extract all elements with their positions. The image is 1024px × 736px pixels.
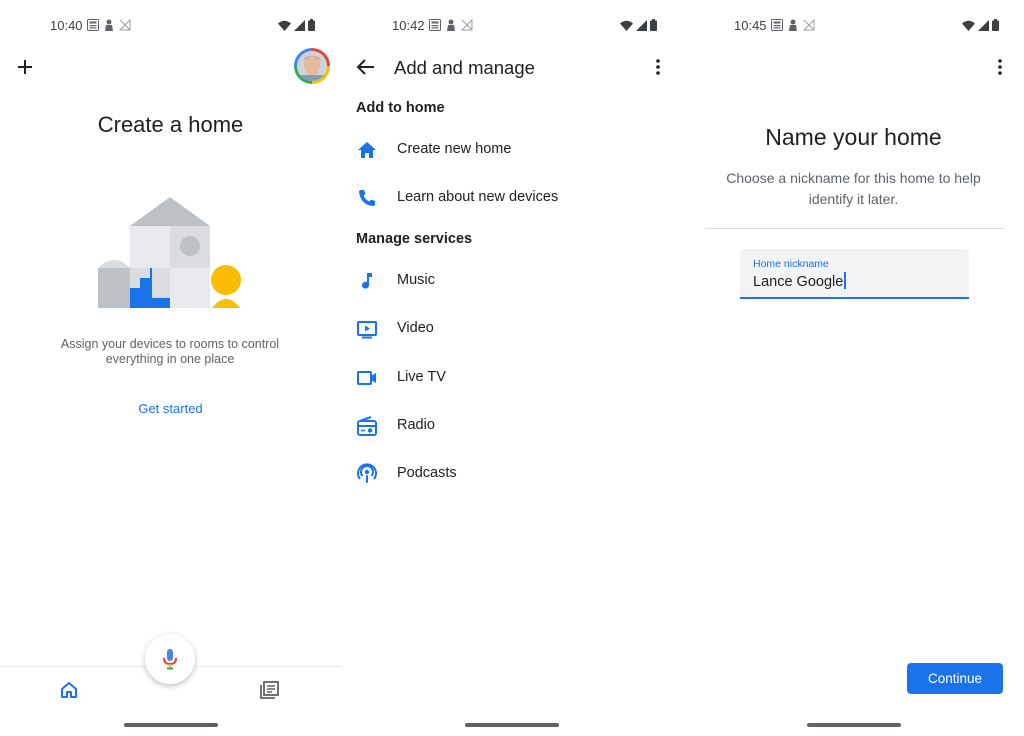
mic-icon	[163, 649, 177, 670]
video-icon	[357, 321, 377, 339]
cell-signal-icon	[636, 19, 647, 31]
assistant-mic-button[interactable]	[145, 634, 195, 684]
gesture-handle[interactable]	[806, 723, 901, 727]
avatar[interactable]	[294, 48, 330, 84]
divider	[705, 228, 1003, 229]
field-value-text: Lance Google	[753, 274, 844, 290]
continue-button[interactable]: Continue	[907, 663, 1003, 694]
gesture-handle[interactable]	[123, 723, 218, 727]
home-nickname-field[interactable]: Home nickname Lance Google	[740, 249, 969, 299]
feed-icon[interactable]	[260, 681, 279, 699]
news-icon	[771, 19, 783, 31]
wifi-icon	[278, 20, 291, 31]
signal-off-icon	[461, 19, 473, 31]
section-heading-add-to-home: Add to home	[356, 100, 445, 116]
create-home-screen: 10:40 Create a home Assign your devices	[0, 0, 341, 736]
menu-item-label: Learn about new devices	[397, 189, 559, 205]
menu-item-label: Music	[397, 272, 435, 288]
person-icon	[789, 19, 797, 31]
system-icons	[620, 19, 657, 31]
plus-icon[interactable]	[14, 56, 36, 78]
menu-item-video[interactable]: Video	[341, 307, 682, 351]
cell-signal-icon	[294, 19, 305, 31]
person-icon	[105, 19, 113, 31]
get-started-button[interactable]: Get started	[0, 401, 341, 416]
more-vert-icon[interactable]	[994, 58, 1006, 76]
menu-item-radio[interactable]: Radio	[341, 404, 682, 448]
battery-icon	[992, 19, 999, 31]
status-time: 10:40	[50, 18, 83, 33]
text-cursor	[844, 272, 846, 289]
menu-item-label: Video	[397, 320, 434, 336]
name-your-home-screen: 10:45 Name your home Choose a nickname f…	[683, 0, 1024, 736]
wifi-icon	[962, 20, 975, 31]
podcast-icon	[357, 463, 377, 483]
status-bar: 10:45	[683, 17, 1024, 35]
status-time: 10:45	[734, 18, 767, 33]
add-and-manage-screen: 10:42 Add and manage Add to home Create …	[341, 0, 682, 736]
radio-icon	[357, 416, 377, 436]
signal-off-icon	[803, 19, 815, 31]
status-bar: 10:40	[0, 17, 341, 35]
news-icon	[87, 19, 99, 31]
page-title: Add and manage	[394, 57, 535, 78]
page-description: Choose a nickname for this home to help …	[726, 170, 981, 207]
avatar-photo	[297, 51, 327, 81]
battery-icon	[308, 19, 315, 31]
phone-icon	[359, 190, 375, 206]
system-icons	[278, 19, 315, 31]
notification-icons	[87, 19, 131, 31]
menu-item-label: Live TV	[397, 369, 446, 385]
home-icon[interactable]	[60, 681, 78, 699]
page-description: Assign your devices to rooms to control …	[60, 337, 280, 366]
wifi-icon	[620, 20, 633, 31]
menu-item-label: Radio	[397, 417, 435, 433]
system-icons	[962, 19, 999, 31]
news-icon	[429, 19, 441, 31]
menu-item-podcasts[interactable]: Podcasts	[341, 452, 682, 496]
menu-item-music[interactable]: Music	[341, 259, 682, 303]
status-bar: 10:42	[341, 17, 682, 35]
notification-icons	[771, 19, 815, 31]
more-vert-icon[interactable]	[652, 58, 664, 76]
home-nickname-input[interactable]: Lance Google	[753, 272, 846, 290]
notification-icons	[429, 19, 473, 31]
field-label: Home nickname	[753, 258, 829, 270]
menu-item-label: Create new home	[397, 141, 512, 157]
menu-item-live-tv[interactable]: Live TV	[341, 356, 682, 400]
page-title: Name your home	[765, 124, 942, 150]
page-title: Create a home	[97, 112, 244, 137]
back-arrow-icon[interactable]	[355, 56, 377, 78]
home-illustration	[98, 197, 241, 308]
battery-icon	[650, 19, 657, 31]
menu-item-learn-about-new-devices[interactable]: Learn about new devices	[341, 176, 682, 220]
section-heading-manage-services: Manage services	[356, 231, 473, 247]
gesture-handle[interactable]	[464, 723, 559, 727]
signal-off-icon	[119, 19, 131, 31]
menu-item-label: Podcasts	[397, 465, 457, 481]
live-tv-icon	[357, 371, 376, 385]
music-note-icon	[362, 273, 372, 289]
person-icon	[447, 19, 455, 31]
menu-item-create-new-home[interactable]: Create new home	[341, 128, 682, 172]
status-time: 10:42	[392, 18, 425, 33]
home-icon	[358, 142, 376, 158]
cell-signal-icon	[978, 19, 989, 31]
